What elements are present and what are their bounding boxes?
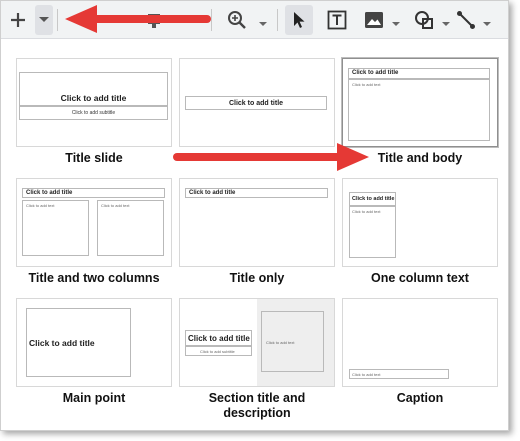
column-2-placeholder: Click to add text (97, 200, 164, 256)
layout-thumbnail[interactable]: Click to add title Click to add subtitle (16, 58, 172, 147)
plus-icon[interactable] (5, 5, 31, 35)
title-placeholder: Click to add title (185, 188, 328, 198)
layout-thumbnail[interactable]: Click to add title Click to add text (342, 178, 498, 267)
column-1-placeholder: Click to add text (22, 200, 89, 256)
layout-label: Section title and description (208, 391, 306, 420)
line-caret-icon[interactable] (483, 14, 491, 32)
title-placeholder: Click to add title (348, 68, 490, 79)
layout-thumbnail[interactable]: Click to add text (342, 298, 498, 387)
zoom-icon[interactable] (225, 5, 249, 35)
layout-thumbnail[interactable]: Click to add title Click to add subtitle… (179, 298, 335, 387)
toolbar-separator (277, 9, 278, 31)
toolbar (1, 1, 508, 39)
caret-down-icon[interactable] (35, 5, 53, 35)
title-placeholder: Click to add title (185, 96, 327, 110)
subtitle-placeholder: Click to add subtitle (19, 106, 168, 120)
title-placeholder: Click to add title (19, 72, 168, 106)
layout-label: One column text (371, 271, 469, 285)
body-placeholder: Click to add text (261, 311, 324, 372)
text-box-icon[interactable] (323, 5, 351, 35)
layout-label: Caption (396, 391, 444, 405)
layout-label: Title only (229, 271, 285, 285)
body-placeholder: Click to add text (349, 206, 396, 258)
undo-icon[interactable] (119, 5, 139, 35)
layout-label: Main point (62, 391, 126, 405)
layout-thumbnail[interactable]: Click to add title (16, 298, 172, 387)
layout-thumbnail[interactable]: Click to add title (179, 178, 335, 267)
image-caret-icon[interactable] (392, 14, 400, 32)
layout-label: Title slide (65, 151, 123, 165)
image-icon[interactable] (361, 5, 387, 35)
layout-label: Title and two columns (28, 271, 160, 285)
body-placeholder: Click to add text (348, 79, 490, 141)
paint-format-icon[interactable] (143, 5, 165, 35)
title-placeholder: Click to add title (22, 188, 165, 198)
layout-thumbnail[interactable]: Click to add title Click to add text (342, 58, 498, 147)
line-icon[interactable] (453, 5, 479, 35)
redo-icon[interactable] (179, 5, 201, 35)
cursor-icon[interactable] (285, 5, 313, 35)
subtitle-placeholder: Click to add subtitle (185, 346, 252, 356)
shape-icon[interactable] (411, 5, 437, 35)
title-placeholder: Click to add title (349, 192, 396, 206)
toolbar-separator (57, 9, 58, 31)
layout-thumbnail[interactable]: Click to add title Click to add text Cli… (16, 178, 172, 267)
shape-caret-icon[interactable] (442, 14, 450, 32)
title-placeholder: Click to add title (185, 330, 252, 346)
caption-placeholder: Click to add text (349, 369, 449, 379)
layout-label: Title and body (377, 151, 463, 165)
layout-picker-window: Click to add title Click to add subtitle… (0, 0, 509, 431)
title-placeholder: Click to add title (26, 308, 131, 377)
toolbar-separator (211, 9, 212, 31)
zoom-caret-icon[interactable] (259, 14, 267, 32)
layout-thumbnail[interactable]: Click to add title (179, 58, 335, 147)
